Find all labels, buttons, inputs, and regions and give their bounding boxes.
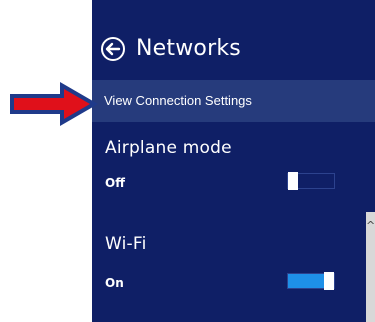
view-connection-settings-label: View Connection Settings: [104, 93, 252, 108]
page-title: Networks: [136, 36, 241, 61]
airplane-mode-label: Airplane mode: [105, 138, 232, 158]
wifi-toggle-knob: [324, 272, 334, 290]
wifi-label: Wi-Fi: [105, 234, 147, 254]
airplane-mode-toggle-knob: [288, 172, 298, 190]
wifi-state: On: [105, 276, 124, 290]
wifi-toggle-fill: [288, 274, 324, 288]
scroll-up-icon[interactable]: ^: [366, 216, 375, 236]
view-connection-settings-link[interactable]: View Connection Settings: [92, 80, 375, 122]
airplane-mode-toggle[interactable]: [287, 172, 335, 190]
scrollbar[interactable]: ^: [366, 212, 375, 322]
networks-panel: Networks View Connection Settings Airpla…: [92, 0, 375, 322]
wifi-toggle[interactable]: [287, 272, 335, 290]
back-arrow-circle-icon: [101, 37, 125, 61]
airplane-mode-state: Off: [105, 176, 125, 190]
red-arrow-annotation: [10, 82, 98, 126]
back-button[interactable]: [100, 36, 126, 62]
